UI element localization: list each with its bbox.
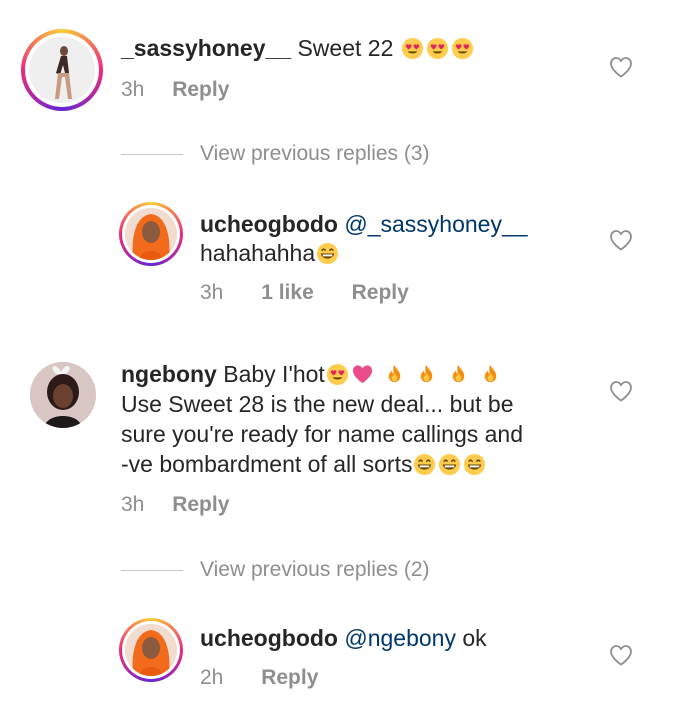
- like-heart-icon[interactable]: [609, 229, 633, 251]
- grin-emoji-icon: [414, 453, 436, 476]
- like-heart-icon[interactable]: [609, 644, 633, 666]
- divider: [121, 570, 183, 571]
- username[interactable]: ngebony: [121, 361, 217, 387]
- avatar[interactable]: [119, 618, 183, 682]
- comment-text-line: sure you're ready for name callings and: [121, 421, 523, 447]
- view-previous-replies-link[interactable]: View previous replies (3): [200, 142, 430, 166]
- heart-eyes-emoji-icon: [451, 37, 473, 60]
- heart-eyes-emoji-icon: [426, 37, 448, 60]
- comment-meta: 3h Reply: [121, 493, 229, 517]
- timestamp: 3h: [200, 281, 224, 304]
- reply-body: ucheogbodo @_sassyhoney__: [200, 210, 528, 239]
- likes-count[interactable]: 1 like: [261, 281, 314, 304]
- comment-text-line: -ve bombardment of all sorts: [121, 450, 487, 479]
- heart-eyes-emoji-icon: [326, 363, 348, 386]
- comment-text-line: Use Sweet 28 is the new deal... but be: [121, 391, 514, 417]
- avatar[interactable]: [30, 362, 96, 428]
- heart-eyes-emoji-icon: [401, 37, 423, 60]
- reply-body: ucheogbodo @ngebony ok: [200, 624, 487, 653]
- comment-meta: 3h Reply: [121, 78, 229, 102]
- reply-button[interactable]: Reply: [261, 666, 318, 689]
- reply-text: ok: [462, 625, 487, 651]
- fire-emoji-icon: [420, 364, 433, 383]
- reply-button[interactable]: Reply: [172, 78, 229, 101]
- like-heart-icon[interactable]: [609, 56, 633, 78]
- divider: [121, 154, 183, 155]
- username[interactable]: ucheogbodo: [200, 211, 338, 237]
- timestamp: 3h: [121, 493, 145, 516]
- comment-body: ngebony Baby I'hot: [121, 360, 503, 389]
- grin-emoji-icon: [439, 453, 461, 476]
- like-heart-icon[interactable]: [609, 380, 633, 402]
- username[interactable]: ucheogbodo: [200, 625, 338, 651]
- username[interactable]: _sassyhoney__: [121, 35, 291, 61]
- comment-body: _sassyhoney__ Sweet 22: [121, 34, 475, 63]
- mention-link[interactable]: @ngebony: [344, 625, 456, 651]
- timestamp: 2h: [200, 666, 224, 689]
- grin-emoji-icon: [464, 453, 486, 476]
- fire-emoji-icon: [452, 364, 465, 383]
- comment-text: Baby I'hot: [223, 361, 325, 387]
- mention-link[interactable]: @_sassyhoney__: [344, 211, 527, 237]
- reply-button[interactable]: Reply: [172, 493, 229, 516]
- view-previous-replies-link[interactable]: View previous replies (2): [200, 558, 430, 582]
- reply-meta: 2h Reply: [200, 666, 318, 690]
- avatar[interactable]: [21, 29, 103, 111]
- fire-emoji-icon: [388, 364, 401, 383]
- timestamp: 3h: [121, 78, 145, 101]
- grin-emoji-icon: [317, 242, 339, 265]
- reply-button[interactable]: Reply: [352, 281, 409, 304]
- fire-emoji-icon: [484, 364, 497, 383]
- pink-heart-emoji-icon: [352, 365, 372, 384]
- avatar[interactable]: [119, 202, 183, 266]
- reply-text: hahahahha: [200, 239, 340, 268]
- comment-text: Sweet 22: [297, 35, 394, 61]
- reply-meta: 3h 1 like Reply: [200, 281, 409, 305]
